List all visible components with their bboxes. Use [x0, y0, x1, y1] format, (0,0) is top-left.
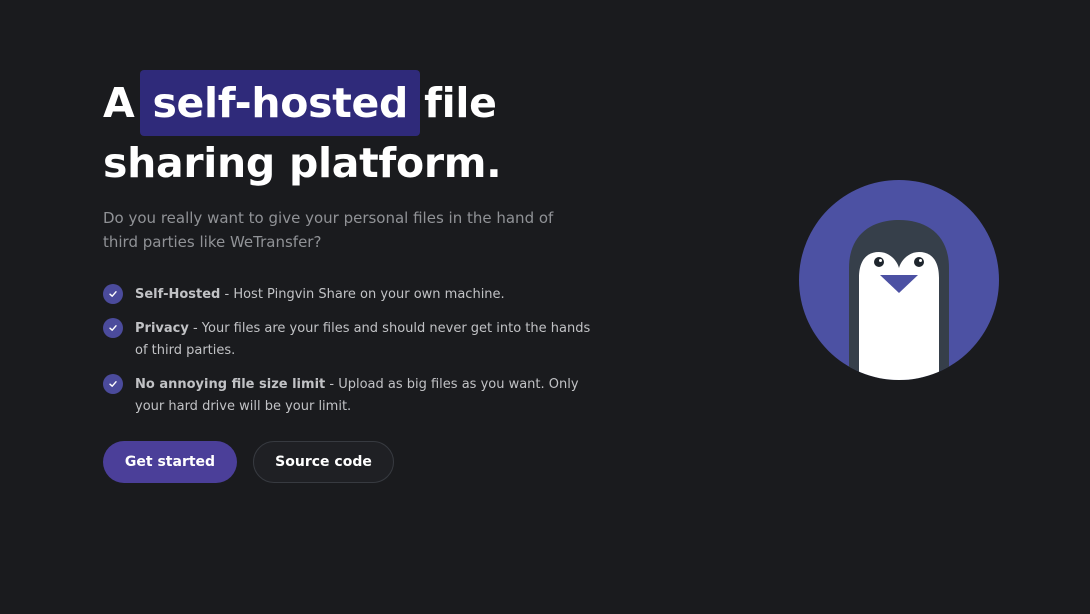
- feature-text: Privacy - Your files are your files and …: [135, 318, 595, 362]
- feature-item-privacy: Privacy - Your files are your files and …: [103, 318, 603, 362]
- title-line-1: Aself-hosted file: [103, 70, 603, 136]
- feature-text: Self-Hosted - Host Pingvin Share on your…: [135, 284, 595, 306]
- page-subtitle: Do you really want to give your personal…: [103, 209, 554, 251]
- feature-title: No annoying file size limit: [135, 377, 326, 392]
- feature-description: - Your files are your files and should n…: [135, 321, 591, 358]
- feature-description: - Host Pingvin Share on your own machine…: [220, 287, 505, 302]
- title-word-a: A: [103, 79, 135, 127]
- title-word-file: file: [424, 79, 497, 127]
- title-highlight: self-hosted: [140, 70, 421, 136]
- feature-list: Self-Hosted - Host Pingvin Share on your…: [103, 284, 603, 418]
- feature-item-file-size: No annoying file size limit - Upload as …: [103, 374, 603, 418]
- title-line-2: sharing platform.: [103, 139, 502, 187]
- feature-title: Privacy: [135, 321, 189, 336]
- hero-section: Aself-hosted file sharing platform. Do yo…: [103, 70, 603, 430]
- cta-buttons: Get started Source code: [103, 441, 394, 483]
- source-code-button[interactable]: Source code: [253, 441, 394, 483]
- penguin-logo-icon: [799, 180, 999, 380]
- feature-title: Self-Hosted: [135, 287, 221, 302]
- get-started-button[interactable]: Get started: [103, 441, 237, 483]
- check-icon: [103, 374, 123, 394]
- feature-item-self-hosted: Self-Hosted - Host Pingvin Share on your…: [103, 284, 603, 306]
- page-title: Aself-hosted file sharing platform.: [103, 70, 603, 190]
- check-icon: [103, 318, 123, 338]
- check-icon: [103, 284, 123, 304]
- feature-text: No annoying file size limit - Upload as …: [135, 374, 595, 418]
